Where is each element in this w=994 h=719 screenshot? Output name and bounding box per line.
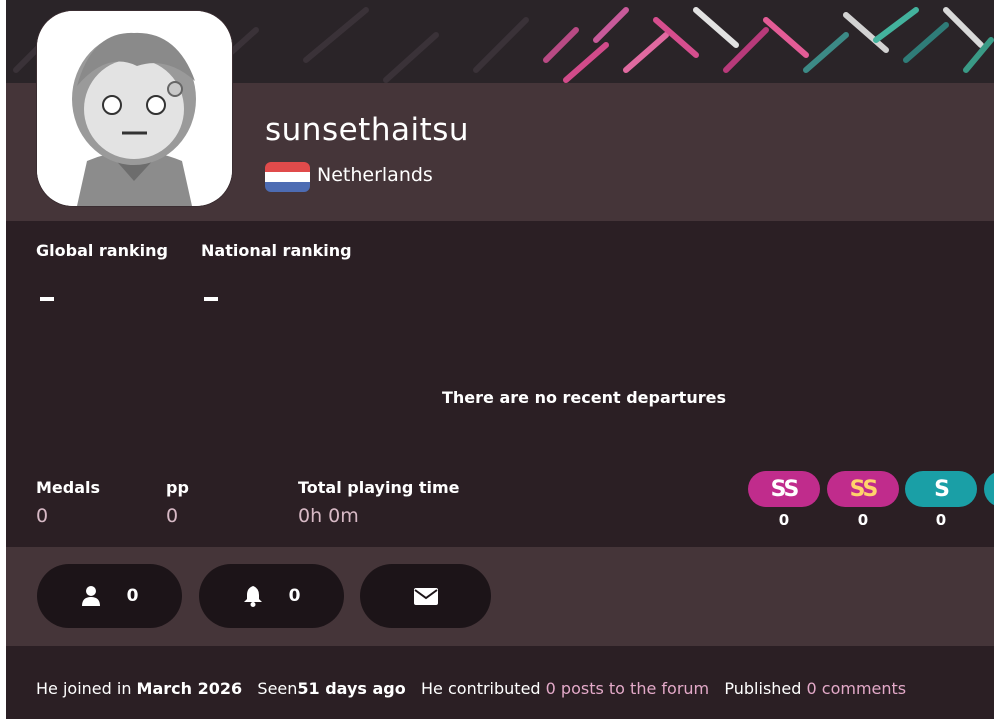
grade-s-silver-label: S	[934, 476, 950, 502]
username: sunsethaitsu	[265, 112, 470, 148]
netherlands-flag-icon	[265, 162, 310, 192]
national-ranking-value	[204, 297, 218, 301]
grade-s-silver-badge: S	[905, 471, 977, 507]
grade-ss-silver-count: 0	[778, 511, 790, 529]
comments-link[interactable]: 0 comments	[807, 679, 907, 698]
profile-footer: He joined in March 2026 Seen51 days ago …	[6, 646, 994, 719]
bell-icon	[243, 586, 262, 607]
seen-value: 51 days ago	[297, 679, 406, 698]
published-prefix: Published	[724, 679, 807, 698]
pp-label: pp	[166, 478, 189, 497]
grade-ss-count: 0	[857, 511, 869, 529]
send-message-button[interactable]	[360, 564, 491, 628]
user-icon	[81, 586, 100, 606]
playtime-label: Total playing time	[298, 478, 460, 497]
envelope-icon	[413, 587, 438, 605]
global-ranking-value	[40, 297, 54, 301]
profile-info-line: He joined in March 2026 Seen51 days ago …	[36, 679, 906, 698]
national-ranking-label: National ranking	[201, 241, 352, 260]
user-avatar	[37, 11, 232, 206]
followers-count: 0	[288, 586, 301, 606]
medals-value: 0	[36, 505, 49, 527]
grade-s-silver-count: 0	[935, 511, 947, 529]
global-ranking-label: Global ranking	[36, 241, 168, 260]
joined-prefix: He joined in	[36, 679, 137, 698]
country-name[interactable]: Netherlands	[317, 164, 433, 186]
joined-date: March 2026	[136, 679, 243, 698]
medals-label: Medals	[36, 478, 101, 497]
grade-ss-badge: SS	[827, 471, 899, 507]
no-departures-message: There are no recent departures	[442, 388, 726, 407]
forum-posts-link[interactable]: 0 posts to the forum	[546, 679, 709, 698]
playtime-value: 0h 0m	[298, 505, 359, 527]
grade-ss-label: SS	[849, 476, 879, 502]
friends-count: 0	[126, 586, 139, 606]
seen-prefix: Seen	[257, 679, 298, 698]
pp-value: 0	[166, 505, 179, 527]
grade-ss-silver-label: SS	[770, 476, 800, 502]
contributed-prefix: He contributed	[421, 679, 546, 698]
grade-ss-silver-badge: SS	[748, 471, 820, 507]
followers-button[interactable]: 0	[199, 564, 344, 628]
friends-button[interactable]: 0	[37, 564, 182, 628]
